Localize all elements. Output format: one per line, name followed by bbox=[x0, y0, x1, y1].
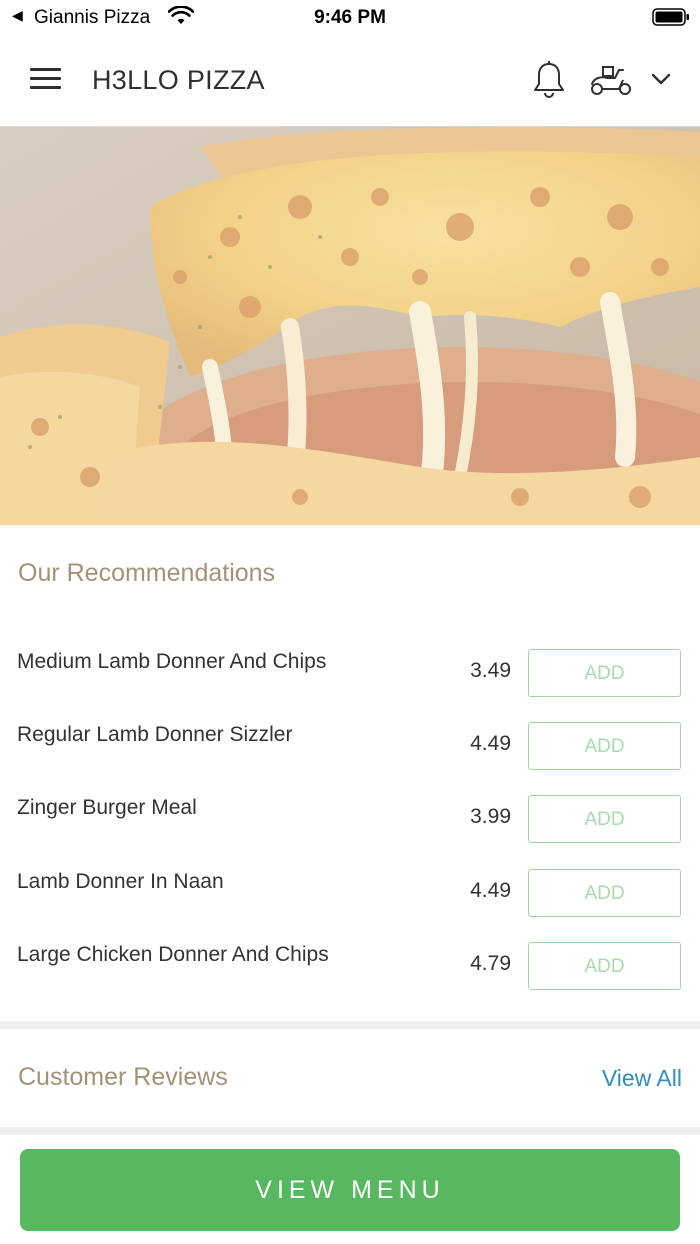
add-button[interactable]: ADD bbox=[528, 941, 681, 990]
add-button[interactable]: ADD bbox=[528, 795, 681, 844]
battery-icon bbox=[652, 8, 689, 26]
list-item: Large Chicken Donner And Chips 4.79 ADD bbox=[0, 925, 700, 998]
hero-pizza-image bbox=[0, 127, 700, 525]
scooter-icon[interactable] bbox=[589, 64, 633, 96]
section-divider bbox=[0, 1127, 700, 1135]
list-item: Regular Lamb Donner Sizzler 4.49 ADD bbox=[0, 705, 700, 778]
hamburger-menu-icon[interactable] bbox=[30, 68, 62, 90]
item-name: Regular Lamb Donner Sizzler bbox=[17, 723, 293, 747]
status-bar: ◀ Giannis Pizza 9:46 PM bbox=[0, 0, 700, 34]
bell-icon[interactable] bbox=[532, 60, 566, 98]
customer-reviews-title: Customer Reviews bbox=[18, 1063, 228, 1091]
recommendations-title: Our Recommendations bbox=[18, 559, 276, 587]
restaurant-title: H3LLO PIZZA bbox=[92, 65, 265, 95]
item-name: Lamb Donner In Naan bbox=[17, 869, 224, 893]
item-name: Large Chicken Donner And Chips bbox=[17, 942, 329, 966]
item-price: 3.49 bbox=[470, 659, 511, 682]
list-item: Zinger Burger Meal 3.99 ADD bbox=[0, 778, 700, 851]
app-header: H3LLO PIZZA bbox=[0, 34, 700, 127]
chevron-down-icon[interactable] bbox=[650, 72, 672, 86]
view-all-link[interactable]: View All bbox=[602, 1065, 682, 1092]
item-name: Zinger Burger Meal bbox=[17, 796, 197, 820]
hero-overlay bbox=[0, 127, 700, 525]
add-button[interactable]: ADD bbox=[528, 649, 681, 697]
item-price: 4.79 bbox=[470, 951, 511, 975]
status-time: 9:46 PM bbox=[314, 7, 386, 28]
list-item: Lamb Donner In Naan 4.49 ADD bbox=[0, 852, 700, 925]
add-button[interactable]: ADD bbox=[528, 868, 681, 917]
item-price: 4.49 bbox=[470, 878, 511, 902]
item-price: 4.49 bbox=[470, 732, 511, 756]
recommendations-list: Medium Lamb Donner And Chips 3.49 ADD Re… bbox=[0, 632, 700, 998]
item-name: Medium Lamb Donner And Chips bbox=[17, 650, 327, 673]
add-button[interactable]: ADD bbox=[528, 722, 681, 771]
view-menu-button[interactable]: VIEW MENU bbox=[20, 1149, 680, 1231]
section-divider bbox=[0, 1021, 700, 1029]
list-item: Medium Lamb Donner And Chips 3.49 ADD bbox=[0, 632, 700, 705]
item-price: 3.99 bbox=[470, 805, 511, 829]
